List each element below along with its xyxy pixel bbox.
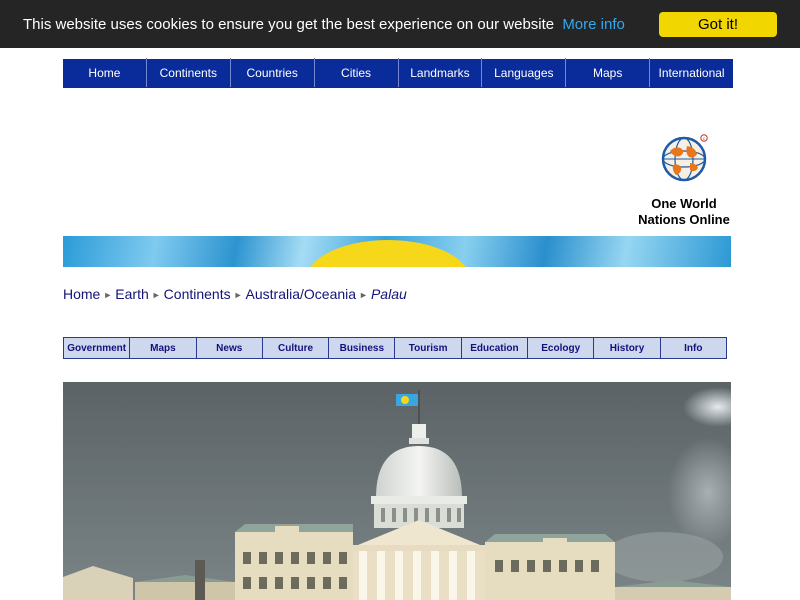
breadcrumb-arrow-icon: ► bbox=[151, 290, 161, 300]
more-info-link[interactable]: More info bbox=[562, 16, 625, 33]
cookie-message-text: This website uses cookies to ensure you … bbox=[23, 16, 555, 33]
site-name: One World Nations Online bbox=[620, 196, 748, 228]
breadcrumb: Home ► Earth ► Continents ► Australia/Oceania ►… bbox=[63, 286, 407, 302]
tab-education[interactable]: Education bbox=[462, 338, 529, 358]
main-nav: Home Continents Countries Cities Landmar… bbox=[63, 58, 733, 88]
cookie-banner: This website uses cookies to ensure you … bbox=[0, 0, 800, 48]
capitol-building-photo bbox=[63, 382, 731, 600]
tab-business[interactable]: Business bbox=[329, 338, 396, 358]
breadcrumb-earth[interactable]: Earth bbox=[115, 286, 148, 302]
cookie-message: This website uses cookies to ensure you … bbox=[23, 16, 625, 34]
nav-cities[interactable]: Cities bbox=[315, 58, 399, 87]
breadcrumb-arrow-icon: ► bbox=[103, 290, 113, 300]
nav-maps[interactable]: Maps bbox=[566, 58, 651, 87]
tab-maps[interactable]: Maps bbox=[130, 338, 197, 358]
breadcrumb-continents[interactable]: Continents bbox=[164, 286, 231, 302]
breadcrumb-arrow-icon: ► bbox=[359, 290, 368, 300]
breadcrumb-current: Palau bbox=[370, 286, 407, 302]
nav-landmarks[interactable]: Landmarks bbox=[399, 58, 483, 87]
globe-at-icon[interactable]: c bbox=[660, 133, 710, 183]
country-sub-nav: Government Maps News Culture Business To… bbox=[63, 337, 727, 359]
site-name-line1: One World bbox=[651, 196, 717, 211]
nav-international[interactable]: International bbox=[650, 58, 733, 87]
tab-culture[interactable]: Culture bbox=[263, 338, 330, 358]
nav-countries[interactable]: Countries bbox=[231, 58, 315, 87]
tab-history[interactable]: History bbox=[594, 338, 661, 358]
tab-tourism[interactable]: Tourism bbox=[395, 338, 462, 358]
tab-government[interactable]: Government bbox=[64, 338, 131, 358]
breadcrumb-australia-oceania[interactable]: Australia/Oceania bbox=[246, 286, 357, 302]
tab-ecology[interactable]: Ecology bbox=[528, 338, 595, 358]
palau-flag-banner bbox=[63, 236, 731, 267]
breadcrumb-home[interactable]: Home bbox=[63, 286, 100, 302]
nav-continents[interactable]: Continents bbox=[147, 58, 231, 87]
tab-info[interactable]: Info bbox=[661, 338, 726, 358]
breadcrumb-arrow-icon: ► bbox=[233, 290, 243, 300]
nav-home[interactable]: Home bbox=[63, 58, 147, 87]
nav-languages[interactable]: Languages bbox=[482, 58, 567, 87]
tab-news[interactable]: News bbox=[197, 338, 263, 358]
accept-cookies-button[interactable]: Got it! bbox=[659, 12, 777, 37]
site-name-line2: Nations Online bbox=[638, 212, 730, 227]
flag-moon-disc bbox=[306, 240, 470, 267]
